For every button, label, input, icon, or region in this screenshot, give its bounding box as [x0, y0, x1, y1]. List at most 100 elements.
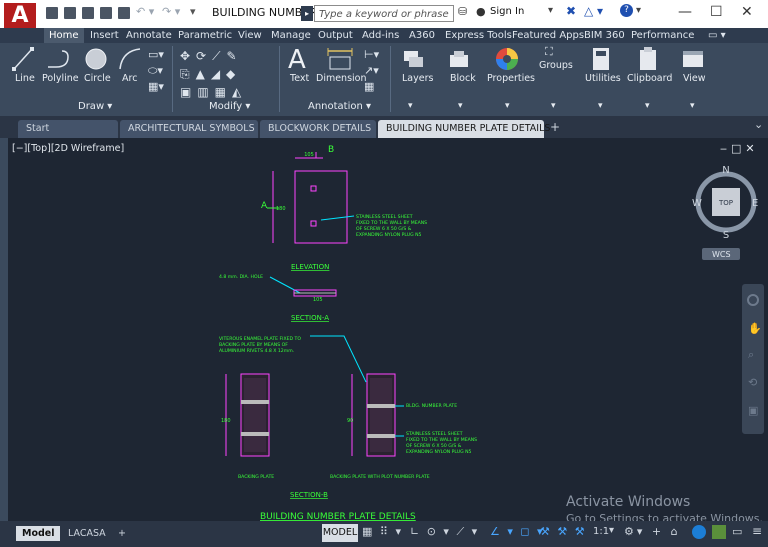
properties-dropdown-icon[interactable]: ▾	[505, 101, 510, 111]
tab-output[interactable]: Output	[318, 28, 353, 43]
ribbon-options-icon[interactable]: ▭ ▾	[708, 28, 726, 43]
tab-view[interactable]: View	[238, 28, 262, 43]
block-dropdown-icon[interactable]: ▾	[458, 101, 463, 111]
tab-express-tools[interactable]: Express Tools	[445, 28, 512, 43]
tab-overflow-icon[interactable]: ⌄	[754, 118, 763, 131]
dimension-button[interactable]: Dimension	[316, 73, 367, 84]
circle-button[interactable]: Circle	[84, 73, 111, 84]
viewcube[interactable]: TOP N S W E WCS	[688, 164, 764, 264]
text-button[interactable]: Text	[290, 73, 309, 84]
a360-icon[interactable]: △ ▾	[584, 4, 603, 18]
customize-menu-icon[interactable]: ≡	[752, 524, 762, 538]
customize-quick-access-icon[interactable]: ▾	[190, 5, 196, 18]
workspace-icons[interactable]: ⚙▾ + ⌂	[624, 525, 681, 538]
polyline-button[interactable]: Polyline	[42, 73, 79, 84]
layers-button[interactable]: Layers	[402, 73, 433, 84]
pan-icon[interactable]: ✋	[748, 322, 762, 335]
ortho-polar-icons[interactable]: ∟ ⊙ ▾ ⟋ ▾	[410, 525, 479, 539]
tab-featured-apps[interactable]: Featured Apps	[512, 28, 584, 43]
elevation-note-line-4: EXPANDING NYLON PLUG N5	[356, 232, 422, 238]
help-dropdown-icon[interactable]: ▾	[636, 5, 641, 16]
tab-manage[interactable]: Manage	[271, 28, 311, 43]
annotation-scale-value[interactable]: 1:1	[593, 526, 609, 537]
utilities-button[interactable]: Utilities	[585, 73, 621, 84]
application-menu-button[interactable]: A	[4, 3, 36, 29]
undo-icon[interactable]: ↶ ▾	[136, 5, 154, 18]
steering-wheel-icon[interactable]	[747, 294, 759, 306]
zoom-icon[interactable]: ⌕	[748, 348, 754, 362]
sign-in-dropdown-icon[interactable]: ▾	[548, 5, 553, 16]
binoculars-icon[interactable]: ⛁	[458, 5, 467, 18]
groups-button[interactable]: Groups	[539, 60, 573, 71]
view-dropdown-icon[interactable]: ▾	[690, 101, 695, 111]
utilities-dropdown-icon[interactable]: ▾	[598, 101, 603, 111]
tab-performance[interactable]: Performance	[631, 28, 694, 43]
hardware-acceleration-icon[interactable]	[712, 525, 726, 539]
section-b-title: SECTION-B	[290, 491, 328, 499]
close-icon[interactable]: ✕	[741, 4, 753, 20]
sign-in-button[interactable]: Sign In	[490, 6, 524, 17]
line-button[interactable]: Line	[15, 73, 35, 84]
block-button[interactable]: Block	[450, 73, 476, 84]
clipboard-button[interactable]: Clipboard	[627, 73, 672, 84]
draw-group-label[interactable]: Draw ▾	[78, 101, 112, 112]
layers-dropdown-icon[interactable]: ▾	[408, 101, 413, 111]
tab-parametric[interactable]: Parametric	[178, 28, 232, 43]
tab-home[interactable]: Home	[44, 28, 84, 43]
wcs-menu[interactable]: WCS	[712, 250, 731, 259]
compass-west: W	[692, 198, 702, 209]
new-icon[interactable]	[46, 7, 58, 19]
view-button[interactable]: View	[683, 73, 706, 84]
maximize-icon[interactable]: ☐	[710, 4, 723, 20]
dim-90-right: 90	[347, 418, 353, 424]
viewcube-top[interactable]: TOP	[718, 199, 733, 207]
compass-east: E	[752, 198, 758, 209]
draw-extra-tools[interactable]: ▭▾ ⬭▾ ▦▾	[148, 47, 164, 95]
groups-dropdown-icon[interactable]: ▾	[551, 101, 556, 111]
tab-annotate[interactable]: Annotate	[126, 28, 172, 43]
viewport-window-controls[interactable]: ‒□✕	[720, 142, 759, 155]
grid-snap-icons[interactable]: ▦ ⠿ ▾	[362, 525, 403, 538]
isolate-objects-icon[interactable]	[692, 525, 706, 539]
open-icon[interactable]	[64, 7, 76, 19]
new-tab-icon[interactable]: +	[550, 120, 560, 134]
osnap-icons[interactable]: ∠ ▾ ◻ ▾	[490, 525, 545, 538]
backing-plate-label: BACKING PLATE	[238, 474, 274, 480]
model-space-button[interactable]: MODEL	[322, 524, 358, 542]
annotation-extra-tools[interactable]: ⊢▾ ↗▾ ▦	[364, 47, 379, 95]
title-expand-icon[interactable]: ▸	[301, 6, 313, 21]
layout-tab-lacasa[interactable]: LACASA	[62, 526, 112, 541]
orbit-icon[interactable]: ⟲	[748, 376, 757, 389]
layout-tab-model[interactable]: Model	[16, 526, 61, 541]
modify-group-label[interactable]: Modify ▾	[209, 101, 250, 112]
arc-button[interactable]: Arc	[122, 73, 137, 84]
showmotion-icon[interactable]: ▣	[748, 404, 758, 417]
tab-bim-360[interactable]: BIM 360	[584, 28, 625, 43]
scale-dropdown-icon[interactable]: ▾	[609, 525, 614, 536]
tab-insert[interactable]: Insert	[90, 28, 119, 43]
tab-architectural-symbols[interactable]: ARCHITECTURAL SYMBOLS	[120, 120, 258, 138]
clean-screen-icon[interactable]: ▭	[732, 525, 742, 538]
save-icon[interactable]	[82, 7, 94, 19]
tab-add-ins[interactable]: Add-ins	[362, 28, 399, 43]
tab-start[interactable]: Start	[18, 120, 118, 138]
tab-blockwork-details[interactable]: BLOCKWORK DETAILS	[260, 120, 376, 138]
save-as-icon[interactable]	[100, 7, 112, 19]
properties-button[interactable]: Properties	[487, 73, 535, 84]
annotation-group-label[interactable]: Annotation ▾	[308, 101, 371, 112]
clipboard-dropdown-icon[interactable]: ▾	[645, 101, 650, 111]
tab-building-number-plate-details[interactable]: BUILDING NUMBER PLATE DETAILS	[378, 120, 550, 138]
user-icon: ●	[476, 5, 486, 18]
annotation-scale-icons[interactable]: ⚒ ⚒ ⚒	[540, 525, 587, 538]
new-layout-icon[interactable]: +	[112, 526, 132, 541]
plot-icon[interactable]	[118, 7, 130, 19]
section-marker-a: A	[261, 201, 268, 211]
minimize-icon[interactable]: —	[678, 4, 692, 20]
search-input[interactable]: Type a keyword or phrase	[314, 5, 454, 22]
steel-note-line-1: STAINLESS STEEL SHEET	[406, 431, 463, 437]
modify-tools[interactable]: ✥⟳⟋✎ ⎘▲◢◆ ▣▥▦◭	[180, 47, 247, 101]
help-icon[interactable]: ?	[620, 4, 633, 17]
tab-a360[interactable]: A360	[409, 28, 435, 43]
redo-icon[interactable]: ↷ ▾	[162, 5, 180, 18]
exchange-apps-icon[interactable]: ✖	[566, 4, 576, 18]
